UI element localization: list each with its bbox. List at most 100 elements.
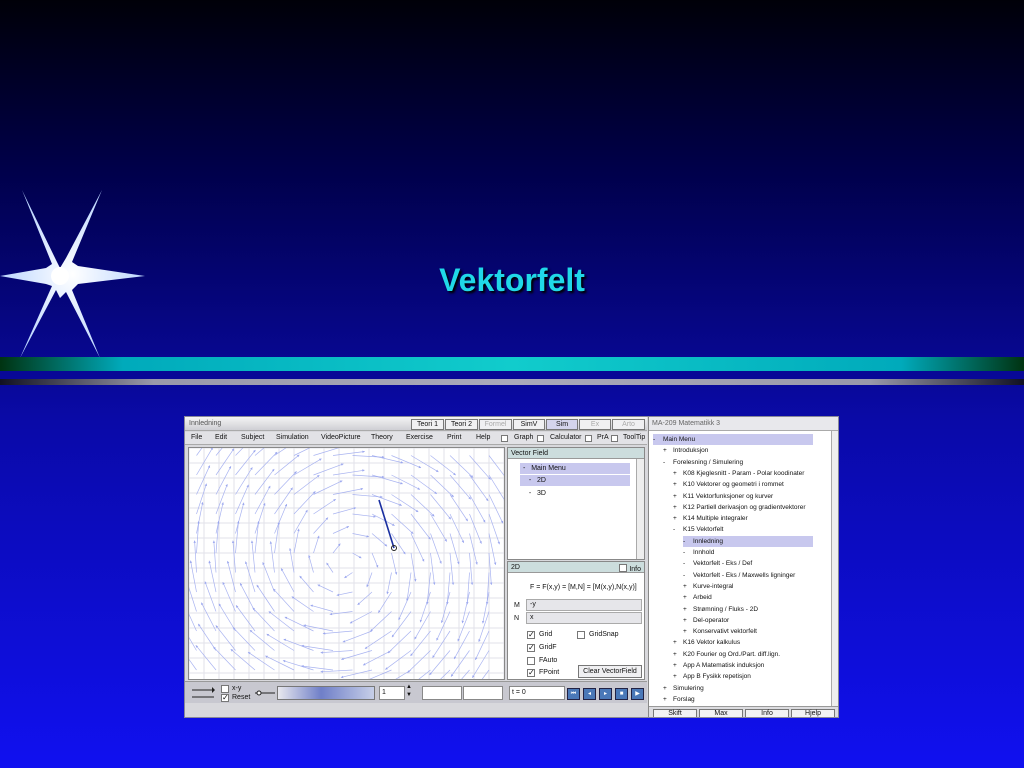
menu-help[interactable]: Help [476,434,490,441]
m-field[interactable]: -y [526,599,642,611]
step-back-icon[interactable]: ◂ [583,688,596,700]
line-style-icon[interactable] [255,688,275,698]
tab-sim[interactable]: Sim [546,419,578,430]
vf-scrollbar[interactable] [636,459,644,559]
skift-button[interactable]: Skift [653,709,697,717]
course-tree-item[interactable]: + K16 Vektor kalkulus [673,637,740,648]
clear-vectorfield-button[interactable]: Clear VectorField [578,665,642,678]
tree-expand-icon[interactable]: + [673,649,683,660]
tree-expand-icon[interactable]: + [673,502,683,513]
xy-checkbox[interactable] [221,685,229,693]
menu-edit[interactable]: Edit [215,434,227,441]
step-forward-icon[interactable]: ▸ [599,688,612,700]
calculator-checkbox[interactable] [537,435,544,442]
tab-arto[interactable]: Arto [612,419,645,430]
menu-exercise[interactable]: Exercise [406,434,433,441]
tree-expand-icon[interactable]: - [683,547,693,558]
tree-expand-icon[interactable]: + [663,694,673,705]
menu-videopicture[interactable]: VideoPicture [321,434,361,441]
pra-checkbox[interactable] [585,435,592,442]
course-tree-item[interactable]: + Strømning / Fluks - 2D [683,604,758,615]
tree-expand-icon[interactable]: + [673,513,683,524]
tab-teori-1[interactable]: Teori 1 [411,419,444,430]
tree-expand-icon[interactable]: - [663,457,673,468]
course-tree-item[interactable]: - Main Menu [653,434,813,445]
tree-expand-icon[interactable]: + [673,468,683,479]
menu-theory[interactable]: Theory [371,434,393,441]
fauto-checkbox[interactable] [527,657,535,665]
tree-expand-icon[interactable]: + [683,581,693,592]
menu-print[interactable]: Print [447,434,461,441]
stepper-down-icon[interactable]: ▼ [406,692,412,698]
color-slider[interactable] [277,686,375,700]
info-button[interactable]: Info [745,709,789,717]
menu-simulation[interactable]: Simulation [276,434,309,441]
course-tree-item[interactable]: - Forelesning / Simulering [663,457,743,468]
tree-expand-icon[interactable]: - [683,558,693,569]
course-tree-item[interactable]: + K12 Partiell derivasjon og gradientvekt… [673,502,805,513]
course-tree-item[interactable]: + K14 Multiple integraler [673,513,748,524]
info-checkbox[interactable] [619,564,628,572]
tree-expand-icon[interactable]: + [673,479,683,490]
stepper-input[interactable]: 1 [379,686,405,700]
tree-expand-icon[interactable]: - [673,524,683,535]
rewind-icon[interactable]: ⏮ [567,688,580,700]
info-toggle[interactable]: Info [619,563,641,573]
menu-subject[interactable]: Subject [241,434,264,441]
tree-expand-icon[interactable]: + [683,615,693,626]
graph-checkbox[interactable] [501,435,508,442]
vf-item-3d[interactable]: - 3D [520,488,630,499]
fpoint-checkbox[interactable]: ✓ [527,669,535,677]
tab-ex[interactable]: Ex [579,419,611,430]
tree-expand-icon[interactable]: + [683,604,693,615]
gridsnap-checkbox[interactable] [577,631,585,639]
menu-file[interactable]: File [191,434,202,441]
grid-checkbox[interactable]: ✓ [527,631,535,639]
stepper-up-icon[interactable]: ▲ [406,684,412,690]
tab-simv[interactable]: SimV [513,419,545,430]
course-tree-item[interactable]: + Del-operator [683,615,729,626]
gridf-checkbox[interactable]: ✓ [527,644,535,652]
value-box-1[interactable] [422,686,462,700]
course-tree-item[interactable]: - Vektorfelt - Eks / Def [683,558,752,569]
course-tree-item[interactable]: + App A Matematisk induksjon [673,660,764,671]
value-box-2[interactable] [463,686,503,700]
tree-expand-icon[interactable]: + [663,445,673,456]
course-tree-item[interactable]: + Simulering [663,683,704,694]
course-tree-item[interactable]: - K15 Vektorfelt [673,524,723,535]
course-tree-item[interactable]: + K20 Fourier og Ord./Part. diff.lign. [673,649,780,660]
vector-field-canvas[interactable] [185,429,509,696]
max-button[interactable]: Max [699,709,743,717]
tree-expand-icon[interactable]: + [683,626,693,637]
tooltip-checkbox[interactable] [611,435,618,442]
tree-expand-icon[interactable]: + [683,592,693,603]
course-tree-item[interactable]: - Innhold [683,547,714,558]
hjelp-button[interactable]: Hjelp [791,709,835,717]
tree-expand-icon[interactable]: + [663,683,673,694]
course-tree-item[interactable]: + App B Fysikk repetisjon [673,671,751,682]
vf-item-main-menu[interactable]: - Main Menu [520,463,630,474]
course-menu-scrollbar[interactable] [831,431,838,706]
course-tree-item[interactable]: + K08 Kjeglesnitt - Param - Polar koodina… [673,468,804,479]
course-tree-item[interactable]: + Forslag [663,694,695,705]
n-field[interactable]: x [526,612,642,624]
tree-expand-icon[interactable]: - [653,434,663,445]
course-tree-item[interactable]: - Innledning [683,535,813,547]
tree-expand-icon[interactable]: + [673,671,683,682]
tree-expand-icon[interactable]: - [683,570,693,581]
tab-formel[interactable]: Formel [479,419,512,430]
tree-expand-icon[interactable]: + [673,660,683,671]
tree-expand-icon[interactable]: - [683,536,693,547]
tree-expand-icon[interactable]: + [673,491,683,502]
reset-checkbox[interactable]: ✓ [221,694,229,702]
course-tree-item[interactable]: + K10 Vektorer og geometri i rommet [673,479,784,490]
course-tree-item[interactable]: + Arbeid [683,592,712,603]
vf-item-2d[interactable]: - 2D [520,475,630,486]
course-tree-item[interactable]: - Vektorfelt - Eks / Maxwells ligninger [683,570,795,581]
tree-expand-icon[interactable]: + [673,637,683,648]
course-tree-item[interactable]: + Kurve-integral [683,581,733,592]
play-icon[interactable]: ▶ [631,688,644,700]
tab-teori-2[interactable]: Teori 2 [445,419,478,430]
arrow-style-icon[interactable] [191,686,215,700]
course-tree-item[interactable]: + K11 Vektorfunksjoner og kurver [673,491,773,502]
